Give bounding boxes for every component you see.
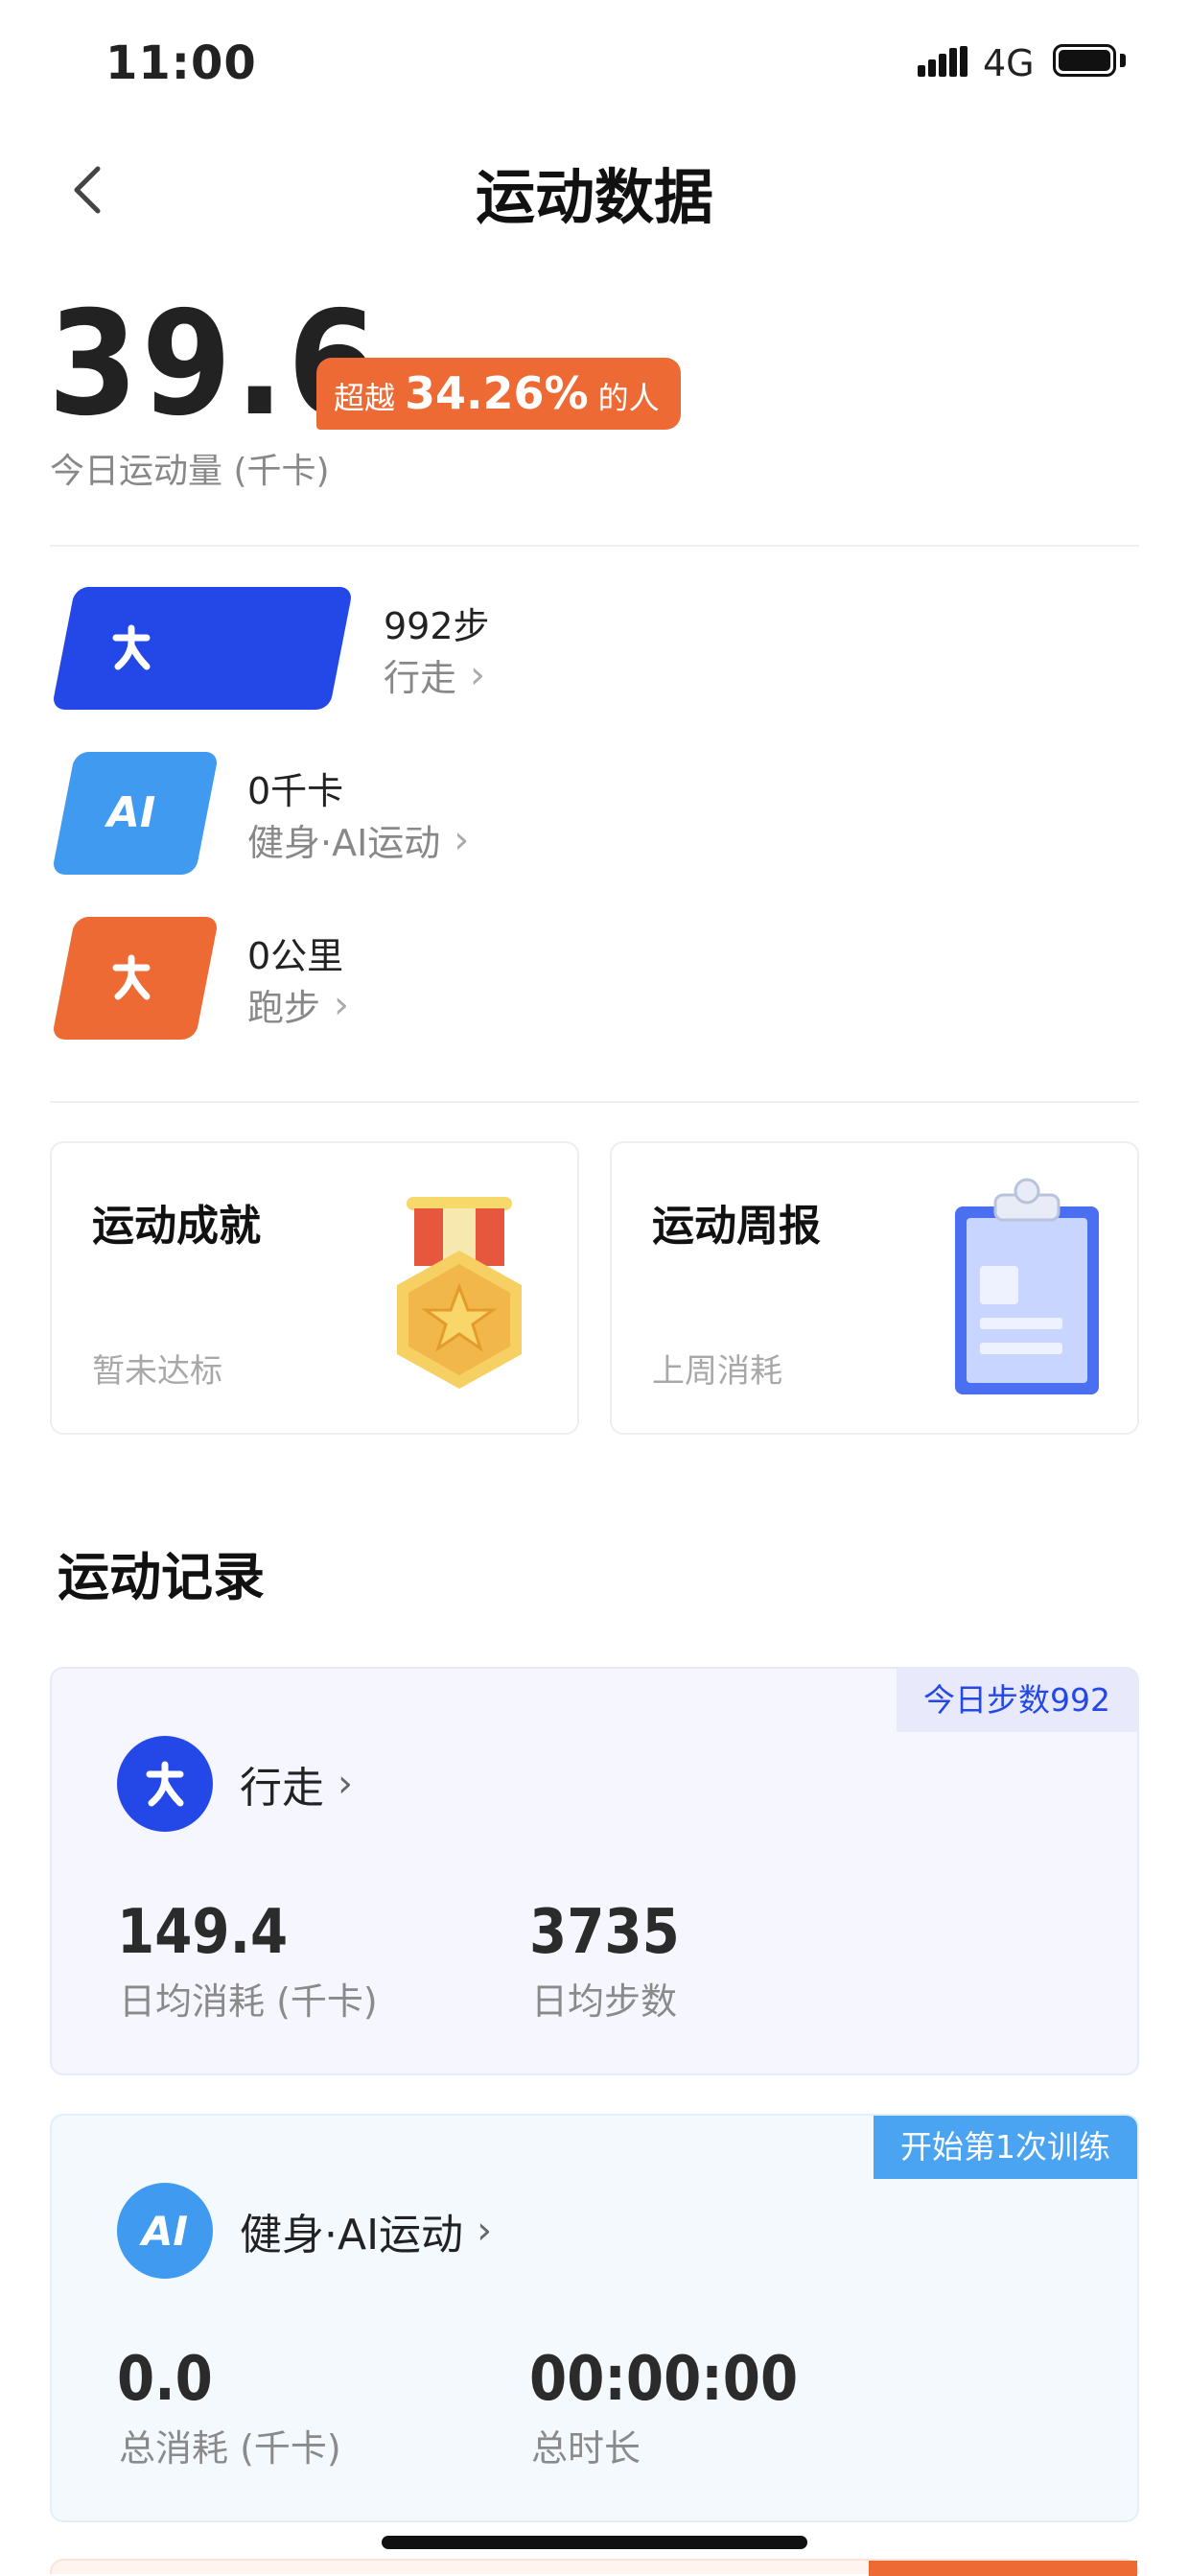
battery-nub bbox=[1120, 54, 1126, 67]
signal-icon bbox=[918, 46, 968, 77]
ai-record-name: 健身·AI运动 bbox=[240, 2211, 464, 2260]
activity-row-run[interactable]: 0公里 跑步 › bbox=[50, 915, 1009, 1044]
medal-icon bbox=[397, 1197, 522, 1389]
ai-total-duration-label: 总时长 bbox=[531, 2427, 641, 2470]
page-title: 运动数据 bbox=[475, 162, 713, 232]
ai-record-link[interactable]: 健身·AI运动 › bbox=[240, 2200, 492, 2261]
walk-icon bbox=[98, 614, 165, 681]
run-record-card[interactable] bbox=[50, 2559, 1139, 2576]
weekly-report-card[interactable]: 运动周报 上周消耗 bbox=[610, 1141, 1139, 1435]
activity-row-ai[interactable]: AI 0千卡 健身·AI运动 › bbox=[50, 750, 1009, 879]
chevron-right-icon: › bbox=[338, 1762, 353, 1806]
chevron-right-icon: › bbox=[334, 982, 350, 1027]
weekly-title: 运动周报 bbox=[652, 1202, 821, 1251]
divider bbox=[50, 1101, 1139, 1103]
run-link[interactable]: 跑步 › bbox=[247, 978, 349, 1031]
achievement-card[interactable]: 运动成就 暂未达标 bbox=[50, 1141, 579, 1435]
chevron-right-icon: › bbox=[454, 817, 470, 862]
exceed-percent: 34.26% bbox=[405, 367, 589, 419]
walk-bar bbox=[51, 587, 354, 710]
ai-training-badge[interactable]: 开始第1次训练 bbox=[874, 2116, 1137, 2179]
ai-label: 健身·AI运动 bbox=[247, 822, 441, 864]
ai-total-duration-value: 00:00:00 bbox=[529, 2344, 799, 2415]
walk-value: 992步 bbox=[384, 605, 490, 647]
home-indicator[interactable] bbox=[382, 2536, 807, 2549]
today-calories-label: 今日运动量 (千卡) bbox=[50, 452, 330, 491]
walk-link[interactable]: 行走 › bbox=[384, 648, 485, 701]
run-icon bbox=[98, 944, 165, 1011]
divider bbox=[50, 545, 1139, 547]
network-type: 4G bbox=[983, 42, 1035, 84]
run-label: 跑步 bbox=[247, 987, 321, 1029]
walk-icon bbox=[117, 1736, 213, 1832]
achievement-subtitle: 暂未达标 bbox=[92, 1352, 222, 1391]
exceed-prefix: 超越 bbox=[334, 380, 396, 416]
walk-record-name: 行走 bbox=[240, 1764, 324, 1813]
weekly-subtitle: 上周消耗 bbox=[652, 1352, 782, 1391]
chevron-right-icon: › bbox=[477, 2209, 493, 2253]
walk-record-card[interactable]: 今日步数992 行走 › 149.4 日均消耗 (千卡) 3735 日均步数 bbox=[50, 1667, 1139, 2075]
ai-icon: AI bbox=[106, 787, 156, 837]
exceed-badge: 超越 34.26% 的人 bbox=[316, 358, 681, 430]
chevron-right-icon: › bbox=[470, 652, 486, 697]
ai-record-card[interactable]: 开始第1次训练 AI 健身·AI运动 › 0.0 总消耗 (千卡) 00:00:… bbox=[50, 2114, 1139, 2522]
battery-icon bbox=[1053, 44, 1116, 77]
walk-avg-steps-label: 日均步数 bbox=[531, 1980, 678, 2023]
ai-total-calories-value: 0.0 bbox=[117, 2344, 213, 2415]
walk-record-link[interactable]: 行走 › bbox=[240, 1753, 353, 1815]
status-time: 11:00 bbox=[105, 36, 257, 90]
achievement-title: 运动成就 bbox=[92, 1202, 261, 1251]
walk-avg-calories-value: 149.4 bbox=[117, 1897, 289, 1968]
clipboard-icon bbox=[955, 1178, 1099, 1394]
walk-avg-calories-label: 日均消耗 (千卡) bbox=[119, 1980, 378, 2023]
walk-label: 行走 bbox=[384, 657, 457, 699]
walk-steps-badge: 今日步数992 bbox=[897, 1669, 1137, 1732]
exceed-suffix: 的人 bbox=[597, 380, 660, 416]
activity-row-walk[interactable]: 992步 行走 › bbox=[50, 585, 1009, 714]
ai-link[interactable]: 健身·AI运动 › bbox=[247, 813, 469, 866]
run-value: 0公里 bbox=[247, 935, 344, 977]
records-section-title: 运动记录 bbox=[58, 1547, 265, 1607]
ai-value: 0千卡 bbox=[247, 770, 344, 812]
ai-total-calories-label: 总消耗 (千卡) bbox=[119, 2427, 341, 2470]
ai-icon: AI bbox=[117, 2183, 213, 2279]
walk-avg-steps-value: 3735 bbox=[529, 1897, 680, 1968]
